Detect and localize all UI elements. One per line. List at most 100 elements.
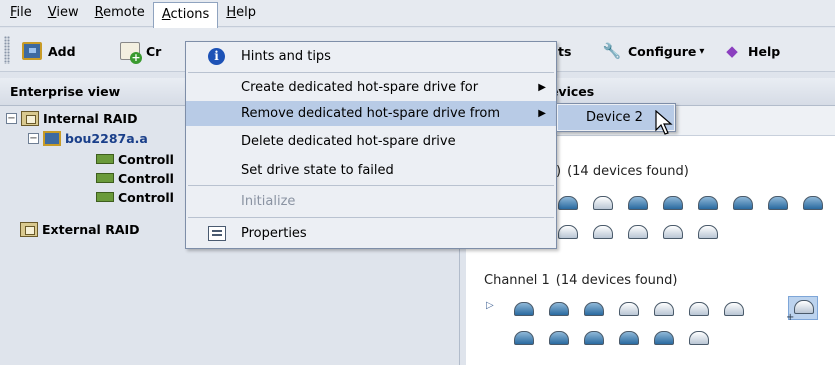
menu-item-label: Create dedicated hot-spare drive for xyxy=(241,80,479,95)
menu-help[interactable]: Help xyxy=(218,2,264,24)
tree-item-label: Controll xyxy=(118,170,174,186)
disk-icon[interactable] xyxy=(549,302,569,316)
disk-icon[interactable] xyxy=(628,196,648,210)
menu-item-label: Hints and tips xyxy=(241,49,331,64)
menu-bar: File View Remote Actions Help xyxy=(0,0,835,29)
tree-item-label: bou2287a.a xyxy=(65,130,148,146)
menu-remote[interactable]: Remote xyxy=(87,2,153,24)
tree-item-controller[interactable]: Controll xyxy=(96,169,174,187)
tree-item-label: Controll xyxy=(118,151,174,167)
disk-icon[interactable] xyxy=(584,302,604,316)
channel-1-name: Channel 1 xyxy=(484,273,550,288)
menu-separator xyxy=(188,185,554,186)
tree-item-server[interactable]: − bou2287a.a xyxy=(28,129,148,147)
disk-icon[interactable] xyxy=(768,196,788,210)
submenu-arrow-icon: ▶ xyxy=(538,82,546,93)
tree-item-internal-raid[interactable]: − Internal RAID xyxy=(6,109,137,127)
controller-icon xyxy=(96,173,114,183)
menu-item-label: Properties xyxy=(241,226,307,241)
tree-item-external-raid[interactable]: External RAID xyxy=(20,220,140,238)
tree-item-controller[interactable]: Controll xyxy=(96,188,174,206)
disk-icon[interactable] xyxy=(628,225,648,239)
menu-item-create-hotspare[interactable]: Create dedicated hot-spare drive for ▶ xyxy=(186,75,556,100)
submenu-item-label: Device 2 xyxy=(586,110,643,125)
disk-icon[interactable] xyxy=(558,196,578,210)
channel-0-count: (14 devices found) xyxy=(567,164,689,179)
hotspare-plus-icon: + xyxy=(786,312,795,323)
disk-icon[interactable] xyxy=(654,331,674,345)
help-button-label: Help xyxy=(748,43,781,59)
tree-item-label: Internal RAID xyxy=(43,110,138,126)
create-button[interactable]: Cr xyxy=(120,40,162,64)
disk-icon[interactable] xyxy=(663,225,683,239)
disk-icon[interactable] xyxy=(698,225,718,239)
raid-icon xyxy=(20,221,38,237)
menu-item-properties[interactable]: Properties xyxy=(186,221,556,246)
disk-icon[interactable] xyxy=(689,302,709,316)
disk-icon[interactable] xyxy=(593,196,613,210)
disk-icon[interactable] xyxy=(558,225,578,239)
disk-icon[interactable] xyxy=(689,331,709,345)
add-button-label: Add xyxy=(48,43,76,59)
disk-icon[interactable] xyxy=(733,196,753,210)
menu-item-label: Set drive state to failed xyxy=(241,163,394,178)
collapse-icon[interactable]: − xyxy=(28,132,39,144)
channel-0-label: ) (14 devices found) xyxy=(556,164,689,179)
channel-1-label: Channel 1 (14 devices found) xyxy=(484,273,677,288)
controller-icon xyxy=(96,192,114,202)
menu-view[interactable]: View xyxy=(40,2,87,24)
server-icon xyxy=(43,130,61,146)
disk-icon[interactable] xyxy=(663,196,683,210)
tree-item-label: Controll xyxy=(118,189,174,205)
channel-1-count: (14 devices found) xyxy=(555,273,678,288)
menu-actions[interactable]: Actions xyxy=(152,2,219,29)
disk-icon[interactable] xyxy=(794,300,814,314)
menu-item-initialize: Initialize xyxy=(186,189,556,214)
configure-button-label: Configure xyxy=(628,43,697,59)
submenu-arrow-icon: ▶ xyxy=(538,108,546,119)
help-book-icon: ◆ xyxy=(726,42,738,60)
info-icon: i xyxy=(208,48,225,65)
tree-item-label: External RAID xyxy=(42,221,140,237)
add-server-icon xyxy=(22,42,42,60)
help-button[interactable]: ◆ Help xyxy=(722,40,780,62)
menu-item-set-failed[interactable]: Set drive state to failed xyxy=(186,158,556,183)
create-button-label: Cr xyxy=(146,43,162,59)
collapse-icon[interactable]: − xyxy=(6,112,17,124)
disk-icon[interactable] xyxy=(593,225,613,239)
raid-icon xyxy=(21,110,39,126)
menu-item-label: Delete dedicated hot-spare drive xyxy=(241,134,456,149)
menu-item-label: Remove dedicated hot-spare drive from xyxy=(241,106,501,121)
menu-file[interactable]: File xyxy=(2,2,40,24)
menu-separator xyxy=(188,72,554,73)
actions-menu: i Hints and tips Create dedicated hot-sp… xyxy=(185,41,557,249)
events-button[interactable]: ts xyxy=(558,40,571,62)
disk-icon[interactable] xyxy=(724,302,744,316)
disk-icon[interactable] xyxy=(698,196,718,210)
tree-item-controller[interactable]: Controll xyxy=(96,150,174,168)
events-button-label: ts xyxy=(558,43,572,59)
menu-separator xyxy=(188,217,554,218)
disk-icon[interactable] xyxy=(514,302,534,316)
expand-arrow-icon[interactable]: ▷ xyxy=(486,300,494,311)
disk-icon[interactable] xyxy=(584,331,604,345)
menu-item-label: Initialize xyxy=(241,194,296,209)
disk-icon[interactable] xyxy=(654,302,674,316)
wrench-icon: 🔧 xyxy=(602,42,622,60)
create-icon xyxy=(120,42,142,64)
disk-icon[interactable] xyxy=(619,331,639,345)
chevron-down-icon: ▾ xyxy=(699,45,705,57)
menu-item-delete-hotspare[interactable]: Delete dedicated hot-spare drive xyxy=(186,129,556,154)
menu-item-remove-hotspare[interactable]: Remove dedicated hot-spare drive from ▶ xyxy=(186,101,556,126)
menu-item-hints[interactable]: i Hints and tips xyxy=(186,44,556,69)
add-button[interactable]: Add xyxy=(22,40,76,62)
mouse-cursor-icon xyxy=(655,110,673,135)
disk-icon[interactable] xyxy=(803,196,823,210)
disk-icon[interactable] xyxy=(514,331,534,345)
disk-icon[interactable] xyxy=(549,331,569,345)
properties-icon xyxy=(208,226,226,241)
configure-button[interactable]: 🔧 Configure ▾ xyxy=(602,40,705,62)
disk-icon[interactable] xyxy=(619,302,639,316)
controller-icon xyxy=(96,154,114,164)
toolbar-grip-icon[interactable] xyxy=(4,36,10,64)
